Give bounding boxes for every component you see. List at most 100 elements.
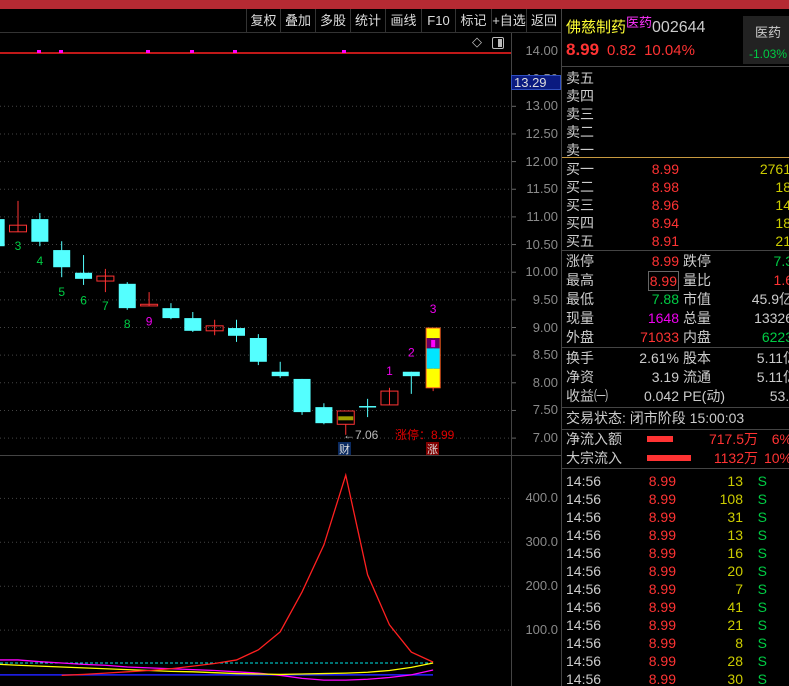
- trade-time: 14:56: [566, 527, 602, 543]
- bid-level-label: 买四: [566, 215, 594, 231]
- candle-body: [31, 219, 49, 242]
- bid-volume: 18: [775, 215, 789, 231]
- trade-price: 8.99: [648, 617, 676, 633]
- trade-side: S: [757, 599, 767, 615]
- sector-name: 医药: [754, 25, 781, 40]
- indicator-yellow-line: [0, 662, 434, 676]
- indicator-axis-label: 100.0: [525, 622, 558, 638]
- flow-value: 1132万: [713, 450, 758, 466]
- trade-volume: 20: [727, 563, 743, 579]
- sequence-count-label: 6: [80, 293, 87, 307]
- trade-side: S: [757, 509, 767, 525]
- trade-volume: 30: [727, 671, 743, 686]
- diamond-icon[interactable]: ◇: [472, 34, 482, 50]
- stat-value: 7.88: [651, 291, 679, 307]
- stat-value: 45.9亿: [751, 291, 789, 307]
- stat-value: 6223: [761, 329, 789, 345]
- signal-dot: [59, 50, 63, 53]
- status-label: 交易状态:: [566, 410, 626, 426]
- stock-name: 佛慈制药: [566, 19, 627, 36]
- fund-label: 换手: [566, 350, 594, 366]
- stat-label: 涨停: [566, 253, 594, 269]
- trade-side: S: [757, 671, 767, 686]
- trade-volume: 41: [727, 599, 743, 615]
- fund-label: 股本: [683, 350, 711, 366]
- limit-up-band: [426, 368, 441, 388]
- last-price: 8.99: [566, 40, 600, 59]
- trading-status: 交易状态: 闭市阶段 15:00:03: [566, 409, 744, 427]
- candle-body: [271, 371, 289, 377]
- flow-bar: [647, 455, 691, 461]
- stock-code: 002644: [652, 19, 706, 36]
- flow-pct: 6%: [771, 431, 789, 447]
- trade-volume: 31: [727, 509, 743, 525]
- low-price-label: ←7.06: [343, 428, 379, 442]
- flow-value: 717.5万: [708, 431, 758, 447]
- candle-body: [0, 219, 5, 247]
- trade-price: 8.99: [648, 473, 676, 489]
- trade-time: 14:56: [566, 635, 602, 651]
- trade-time: 14:56: [566, 563, 602, 579]
- price-axis-label: 12.00: [525, 153, 558, 169]
- stat-label: 最低: [566, 291, 594, 307]
- panel-toggle-icon[interactable]: [492, 37, 504, 49]
- trade-time: 14:56: [566, 617, 602, 633]
- candle-body: [53, 250, 71, 268]
- price-axis-label: 7.50: [532, 402, 558, 418]
- trade-time: 14:56: [566, 671, 602, 686]
- trade-price: 8.99: [648, 599, 676, 615]
- stat-label: 量比: [683, 272, 711, 288]
- stat-value: 8.99: [647, 271, 679, 291]
- price-axis-label: 10.50: [525, 236, 558, 252]
- stat-label: 跌停: [683, 253, 711, 269]
- flow-pct: 10%: [763, 450, 789, 466]
- bid-level-label: 买一: [566, 161, 594, 177]
- sequence-count-label: 3: [15, 239, 22, 253]
- industry-tag[interactable]: 医药: [626, 15, 652, 30]
- trade-side: S: [757, 545, 767, 561]
- trade-side: S: [757, 473, 767, 489]
- finance-tag: 财: [339, 442, 350, 456]
- trade-time: 14:56: [566, 491, 602, 507]
- signal-dot: [37, 50, 41, 53]
- candle-body: [402, 371, 420, 377]
- trade-volume: 7: [735, 581, 743, 597]
- fund-value: 0.042: [643, 388, 679, 404]
- fund-label: 净资: [566, 369, 594, 385]
- trade-price: 8.99: [648, 491, 676, 507]
- trade-volume: 16: [727, 545, 743, 561]
- flow-label: 净流入额: [566, 431, 622, 447]
- price-axis-label: 14.00: [525, 43, 558, 58]
- price-axis-label: 8.50: [532, 347, 558, 363]
- trade-time: 14:56: [566, 653, 602, 669]
- sequence-count-label: 7: [102, 299, 109, 313]
- trade-volume: 13: [727, 527, 743, 543]
- price-axis-label: 11.00: [526, 208, 558, 224]
- fund-value: 53.4: [769, 388, 789, 404]
- sequence-count-label: 3: [430, 302, 437, 316]
- ask-level-label: 卖四: [566, 88, 594, 104]
- trade-side: S: [757, 635, 767, 651]
- ask-level-label: 卖二: [566, 124, 594, 140]
- sequence-count-label: 9: [146, 314, 153, 328]
- price-axis-label: 12.50: [525, 125, 558, 141]
- fund-value: 3.19: [651, 369, 679, 385]
- bid-price: 8.96: [651, 197, 679, 213]
- limit-up-band: [426, 348, 441, 369]
- stat-label: 外盘: [566, 329, 594, 345]
- stat-value: 1.6: [773, 272, 789, 288]
- fund-value: 2.61%: [639, 350, 679, 366]
- sector-box[interactable]: 医药 -1.03%: [743, 16, 789, 64]
- bid-price: 8.99: [651, 161, 679, 177]
- trade-side: S: [757, 491, 767, 507]
- candle-body: [118, 283, 136, 309]
- bid-level-label: 买三: [566, 197, 594, 213]
- limit-up-label: 涨停：8.99: [395, 427, 455, 442]
- candle-body: [75, 272, 93, 279]
- trade-price: 8.99: [648, 653, 676, 669]
- indicator-axis-label: 400.0: [525, 490, 558, 506]
- stat-label: 总量: [683, 310, 711, 326]
- kline-chart[interactable]: 3456 78 9123←7.06 涨停：8.99财涨: [0, 0, 561, 686]
- trade-price: 8.99: [648, 563, 676, 579]
- trade-volume: 108: [719, 491, 743, 507]
